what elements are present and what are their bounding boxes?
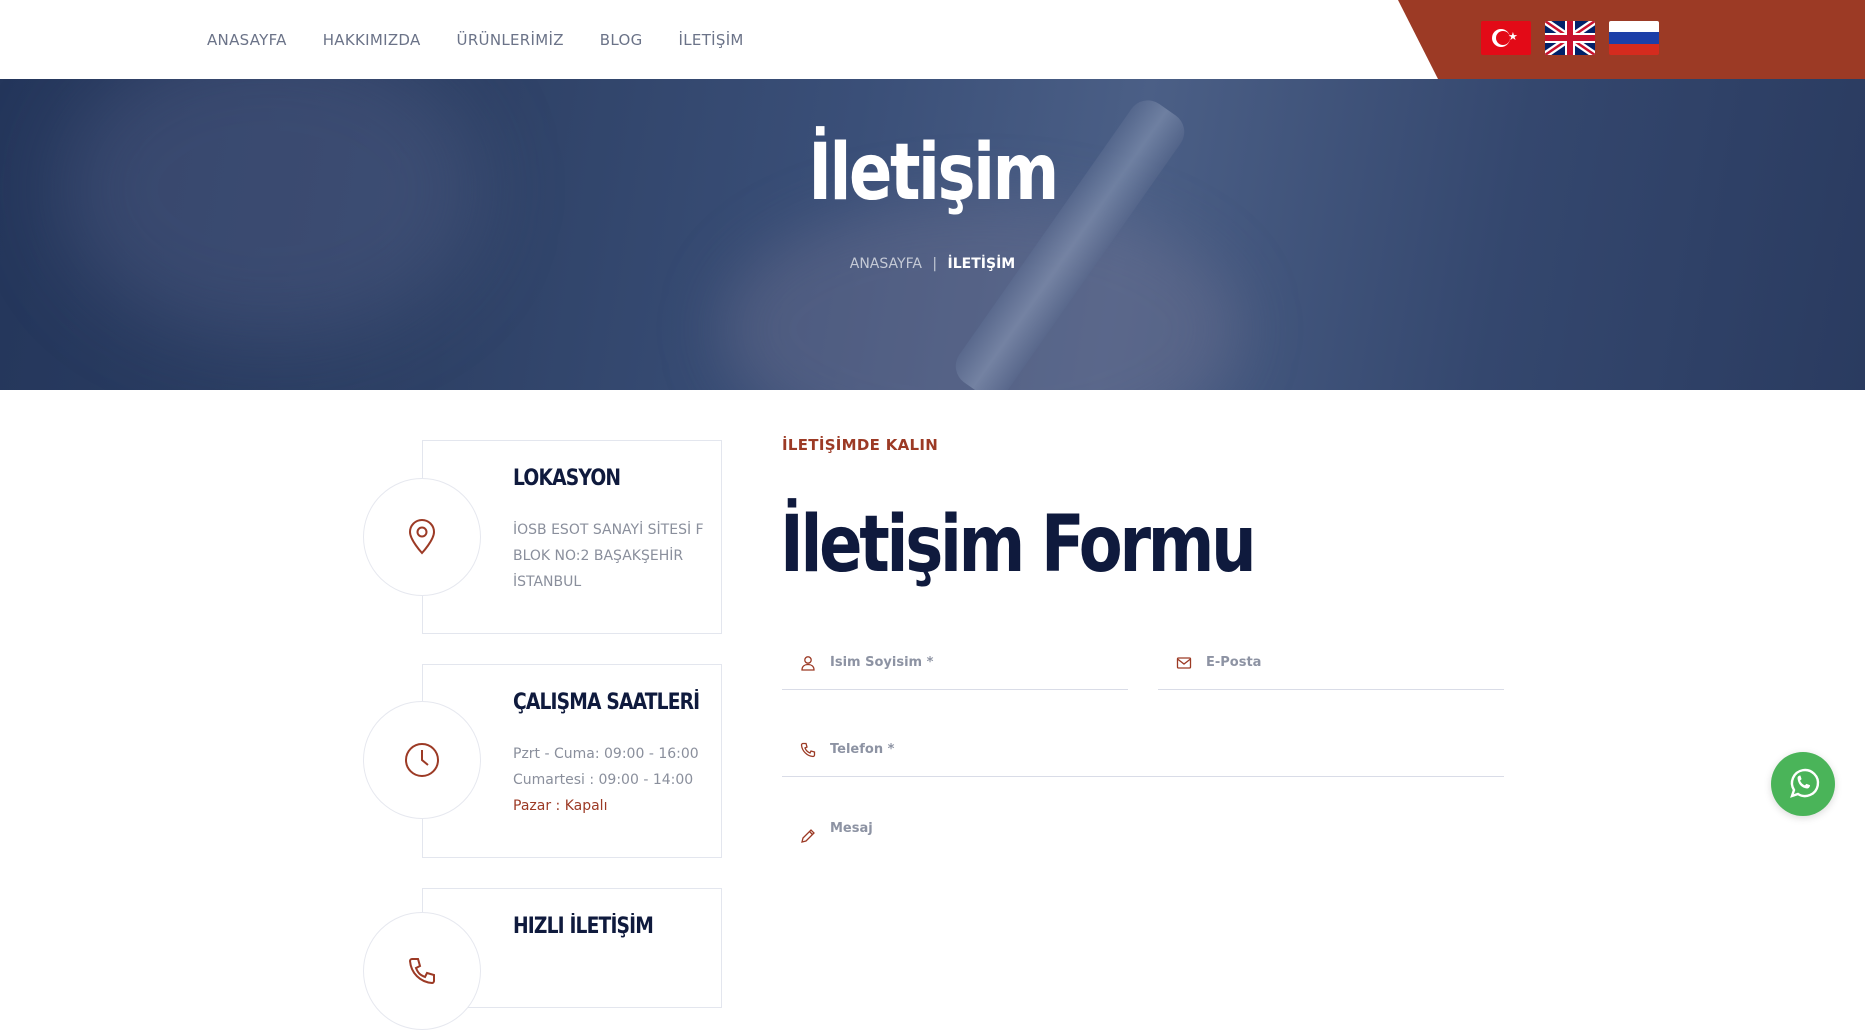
hours-sunday: Pazar : Kapalı xyxy=(513,798,608,814)
quick-contact-title: HIZLI İLETİŞİM xyxy=(513,914,654,939)
nav-item-products[interactable]: ÜRÜNLERİMİZ xyxy=(457,31,564,49)
nav-item-contact[interactable]: İLETİŞİM xyxy=(679,31,744,49)
hours-list: Pzrt - Cuma: 09:00 - 16:00 Cumartesi : 0… xyxy=(513,741,713,819)
page-hero xyxy=(0,79,1865,390)
breadcrumb-current: İLETİŞİM xyxy=(947,256,1016,272)
message-input[interactable] xyxy=(830,821,1504,851)
envelope-icon xyxy=(1176,656,1192,669)
page-title: İletişim xyxy=(808,128,1059,218)
hours-weekdays: Pzrt - Cuma: 09:00 - 16:00 xyxy=(513,746,699,762)
breadcrumb-home-link[interactable]: ANASAYFA xyxy=(850,256,922,272)
location-icon-circle xyxy=(363,478,481,596)
whatsapp-icon xyxy=(1790,768,1820,798)
clock-icon xyxy=(405,743,439,777)
email-field-wrapper xyxy=(1158,636,1504,690)
language-switcher: ★ xyxy=(1481,21,1659,55)
email-input[interactable] xyxy=(1206,647,1504,678)
nav-item-home[interactable]: ANASAYFA xyxy=(207,31,287,49)
hours-icon-circle xyxy=(363,701,481,819)
location-title: LOKASYON xyxy=(513,466,621,491)
quick-contact-icon-circle xyxy=(363,912,481,1030)
nav-item-about[interactable]: HAKKIMIZDA xyxy=(323,31,421,49)
breadcrumb: ANASAYFA | İLETİŞİM xyxy=(0,256,1865,272)
whatsapp-button[interactable] xyxy=(1771,752,1835,816)
breadcrumb-separator: | xyxy=(932,256,938,272)
russia-flag-icon[interactable] xyxy=(1609,21,1659,55)
hours-title: ÇALIŞMA SAATLERİ xyxy=(513,690,700,715)
site-header: ANASAYFA HAKKIMIZDA ÜRÜNLERİMİZ BLOG İLE… xyxy=(0,0,1865,79)
name-input[interactable] xyxy=(830,647,1128,678)
phone-input[interactable] xyxy=(830,734,1504,765)
form-title: İletişim Formu xyxy=(780,500,1257,590)
pencil-icon xyxy=(801,829,815,843)
user-icon xyxy=(801,655,815,671)
name-field-wrapper xyxy=(782,636,1128,690)
phone-field-wrapper xyxy=(782,723,1504,777)
message-field-wrapper xyxy=(782,809,1504,863)
main-nav: ANASAYFA HAKKIMIZDA ÜRÜNLERİMİZ BLOG İLE… xyxy=(207,0,744,79)
form-eyebrow: İLETİŞİMDE KALIN xyxy=(782,436,939,454)
location-address: İOSB ESOT SANAYİ SİTESİ F BLOK NO:2 BAŞA… xyxy=(513,522,704,590)
nav-item-blog[interactable]: BLOG xyxy=(600,31,643,49)
map-pin-icon xyxy=(408,519,436,555)
turkey-flag-icon[interactable]: ★ xyxy=(1481,21,1531,55)
uk-flag-icon[interactable] xyxy=(1545,21,1595,55)
hours-saturday: Cumartesi : 09:00 - 14:00 xyxy=(513,772,694,788)
phone-icon xyxy=(800,742,816,757)
